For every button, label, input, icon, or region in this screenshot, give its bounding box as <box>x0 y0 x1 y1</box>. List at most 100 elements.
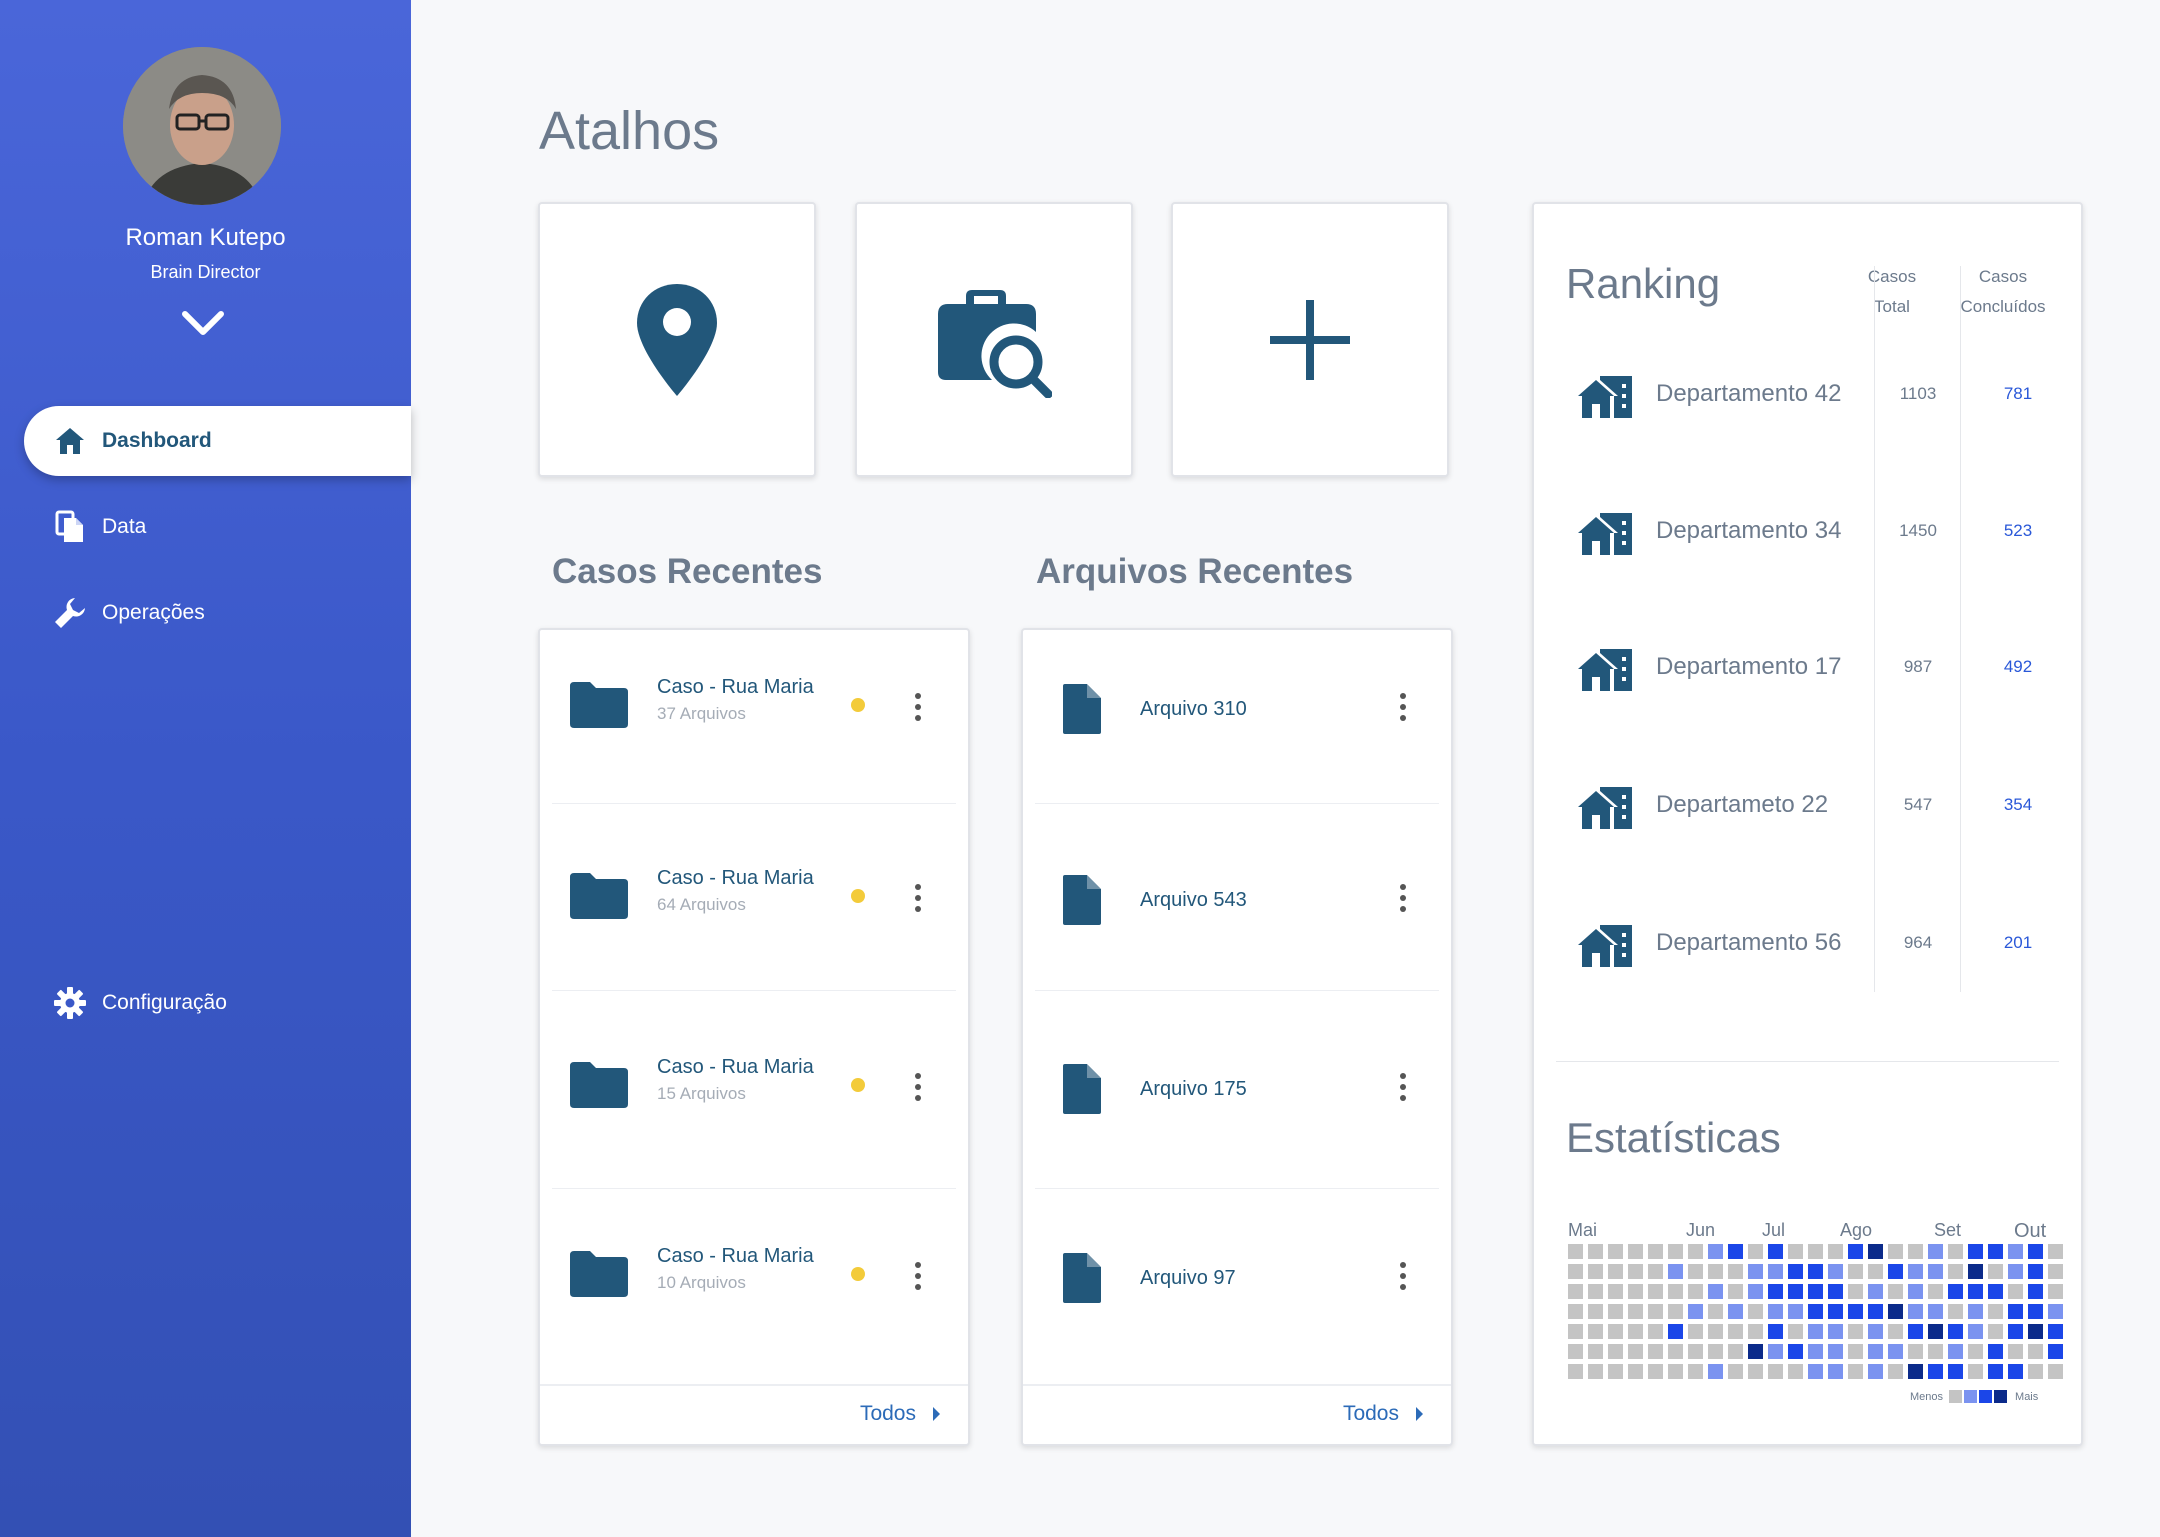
chevron-down-icon[interactable] <box>180 308 226 338</box>
sidebar-item-data[interactable]: Data <box>24 492 411 562</box>
heatmap-cell[interactable] <box>1988 1364 2003 1379</box>
heatmap-cell[interactable] <box>2008 1264 2023 1279</box>
heatmap-cell[interactable] <box>1868 1344 1883 1359</box>
shortcut-location[interactable] <box>538 202 816 477</box>
heatmap-cell[interactable] <box>1668 1244 1683 1259</box>
more-vert-icon[interactable] <box>908 692 928 722</box>
heatmap-cell[interactable] <box>1628 1244 1643 1259</box>
heatmap-cell[interactable] <box>1928 1324 1943 1339</box>
more-vert-icon[interactable] <box>1393 692 1413 722</box>
heatmap-cell[interactable] <box>1788 1324 1803 1339</box>
list-item[interactable]: Caso - Rua Maria 64 Arquivos <box>540 843 968 943</box>
heatmap-cell[interactable] <box>1908 1364 1923 1379</box>
heatmap-cell[interactable] <box>1908 1344 1923 1359</box>
sidebar-item-configuracao[interactable]: Configuração <box>24 968 411 1038</box>
heatmap-cell[interactable] <box>1748 1264 1763 1279</box>
heatmap-cell[interactable] <box>1808 1344 1823 1359</box>
heatmap-cell[interactable] <box>1588 1364 1603 1379</box>
list-item[interactable]: Caso - Rua Maria 37 Arquivos <box>540 652 968 752</box>
heatmap-cell[interactable] <box>1768 1284 1783 1299</box>
heatmap-cell[interactable] <box>1788 1304 1803 1319</box>
heatmap-cell[interactable] <box>1748 1244 1763 1259</box>
heatmap-cell[interactable] <box>1808 1284 1823 1299</box>
heatmap-cell[interactable] <box>1668 1344 1683 1359</box>
heatmap-cell[interactable] <box>1888 1284 1903 1299</box>
heatmap-cell[interactable] <box>2048 1364 2063 1379</box>
heatmap-cell[interactable] <box>1988 1284 2003 1299</box>
heatmap-cell[interactable] <box>1648 1244 1663 1259</box>
heatmap-cell[interactable] <box>1748 1344 1763 1359</box>
heatmap-cell[interactable] <box>1848 1284 1863 1299</box>
heatmap-cell[interactable] <box>1688 1324 1703 1339</box>
heatmap-cell[interactable] <box>1848 1324 1863 1339</box>
heatmap-cell[interactable] <box>1628 1304 1643 1319</box>
heatmap-cell[interactable] <box>2008 1344 2023 1359</box>
heatmap-cell[interactable] <box>2028 1304 2043 1319</box>
heatmap-cell[interactable] <box>1688 1244 1703 1259</box>
heatmap-cell[interactable] <box>1948 1284 1963 1299</box>
more-vert-icon[interactable] <box>908 883 928 913</box>
heatmap-cell[interactable] <box>2028 1244 2043 1259</box>
heatmap-cell[interactable] <box>1728 1364 1743 1379</box>
heatmap-cell[interactable] <box>1728 1264 1743 1279</box>
heatmap-cell[interactable] <box>1768 1264 1783 1279</box>
heatmap-cell[interactable] <box>1608 1344 1623 1359</box>
heatmap-cell[interactable] <box>1688 1364 1703 1379</box>
heatmap-cell[interactable] <box>1728 1284 1743 1299</box>
heatmap-cell[interactable] <box>1788 1344 1803 1359</box>
avatar[interactable] <box>123 47 281 205</box>
heatmap-cell[interactable] <box>1608 1284 1623 1299</box>
heatmap-cell[interactable] <box>1668 1324 1683 1339</box>
heatmap-cell[interactable] <box>1808 1244 1823 1259</box>
heatmap-cell[interactable] <box>1688 1304 1703 1319</box>
heatmap-cell[interactable] <box>1928 1304 1943 1319</box>
heatmap-cell[interactable] <box>1668 1304 1683 1319</box>
heatmap-cell[interactable] <box>1568 1304 1583 1319</box>
heatmap-cell[interactable] <box>1588 1244 1603 1259</box>
heatmap-cell[interactable] <box>1948 1264 1963 1279</box>
heatmap-cell[interactable] <box>1608 1304 1623 1319</box>
heatmap-cell[interactable] <box>1928 1284 1943 1299</box>
heatmap-cell[interactable] <box>1588 1284 1603 1299</box>
list-item[interactable]: Arquivo 175 <box>1023 1032 1451 1132</box>
heatmap-cell[interactable] <box>1948 1304 1963 1319</box>
heatmap-cell[interactable] <box>1808 1304 1823 1319</box>
list-item[interactable]: Caso - Rua Maria 15 Arquivos <box>540 1032 968 1132</box>
heatmap-cell[interactable] <box>1608 1364 1623 1379</box>
heatmap-cell[interactable] <box>1628 1324 1643 1339</box>
heatmap-cell[interactable] <box>1888 1304 1903 1319</box>
heatmap-cell[interactable] <box>1668 1284 1683 1299</box>
heatmap-cell[interactable] <box>1868 1364 1883 1379</box>
sidebar-item-dashboard[interactable]: Dashboard <box>24 406 411 476</box>
heatmap-cell[interactable] <box>1828 1324 1843 1339</box>
shortcut-briefcase-search[interactable] <box>855 202 1133 477</box>
heatmap-cell[interactable] <box>2008 1324 2023 1339</box>
heatmap-cell[interactable] <box>1688 1344 1703 1359</box>
heatmap-cell[interactable] <box>1848 1304 1863 1319</box>
heatmap-cell[interactable] <box>1888 1244 1903 1259</box>
heatmap-cell[interactable] <box>1708 1244 1723 1259</box>
list-item[interactable]: Arquivo 97 <box>1023 1221 1451 1321</box>
heatmap-cell[interactable] <box>1588 1324 1603 1339</box>
heatmap-cell[interactable] <box>1708 1284 1723 1299</box>
heatmap-cell[interactable] <box>1908 1304 1923 1319</box>
heatmap-cell[interactable] <box>1768 1324 1783 1339</box>
heatmap-cell[interactable] <box>1568 1244 1583 1259</box>
heatmap-cell[interactable] <box>1608 1244 1623 1259</box>
more-vert-icon[interactable] <box>1393 1261 1413 1291</box>
heatmap-cell[interactable] <box>1628 1364 1643 1379</box>
heatmap-cell[interactable] <box>1908 1324 1923 1339</box>
heatmap-cell[interactable] <box>1968 1304 1983 1319</box>
heatmap-cell[interactable] <box>1848 1244 1863 1259</box>
heatmap-cell[interactable] <box>1948 1344 1963 1359</box>
heatmap-cell[interactable] <box>2008 1304 2023 1319</box>
heatmap-cell[interactable] <box>1908 1264 1923 1279</box>
heatmap-cell[interactable] <box>1668 1364 1683 1379</box>
arquivos-todos-link[interactable]: Todos <box>1343 1402 1429 1426</box>
heatmap-cell[interactable] <box>1728 1324 1743 1339</box>
heatmap-cell[interactable] <box>1568 1364 1583 1379</box>
heatmap-cell[interactable] <box>1988 1244 2003 1259</box>
heatmap-cell[interactable] <box>1748 1304 1763 1319</box>
heatmap-cell[interactable] <box>1648 1264 1663 1279</box>
heatmap-cell[interactable] <box>1948 1364 1963 1379</box>
